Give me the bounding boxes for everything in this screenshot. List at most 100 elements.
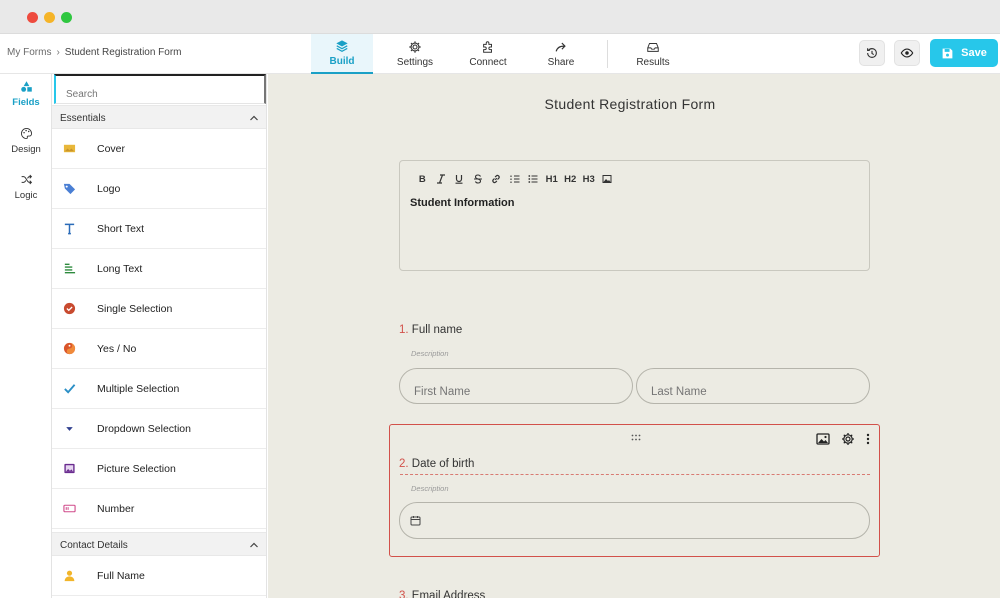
left-rail: Fields Design Logic <box>0 74 52 598</box>
ordered-list-button[interactable] <box>506 172 525 186</box>
field-yes-no-label: Yes / No <box>97 342 137 355</box>
section-essentials-title: Essentials <box>60 113 106 124</box>
question-actions <box>816 432 870 446</box>
form-canvas: Student Registration Form B H1 H2 H3 Stu… <box>268 74 1000 598</box>
tab-settings[interactable]: Settings <box>385 34 445 74</box>
rte-content[interactable]: Student Information <box>410 197 515 209</box>
question-2-card[interactable]: 2. Date of birth Description <box>389 424 880 557</box>
save-button-label: Save <box>961 47 987 59</box>
cover-icon <box>62 142 76 156</box>
drag-handle-icon[interactable] <box>631 434 641 441</box>
chevron-up-icon <box>250 542 258 548</box>
breadcrumb: My Forms › Student Registration Form <box>7 47 182 58</box>
heading1-button[interactable]: H1 <box>543 172 562 186</box>
insert-image-button[interactable] <box>598 172 617 186</box>
more-vertical-icon[interactable] <box>866 432 870 446</box>
rail-design[interactable]: Design <box>0 127 52 155</box>
date-of-birth-input[interactable] <box>399 502 870 539</box>
gear-icon <box>409 41 421 53</box>
last-name-input[interactable] <box>636 368 870 404</box>
rich-text-block[interactable]: B H1 H2 H3 Student Information <box>399 160 870 271</box>
field-full-name-label: Full Name <box>97 569 145 582</box>
toolbar-divider <box>607 40 608 68</box>
field-number[interactable]: Number <box>52 489 266 529</box>
save-icon <box>942 48 953 58</box>
number-icon <box>62 502 76 516</box>
bold-button[interactable]: B <box>413 172 432 186</box>
field-dropdown-selection[interactable]: Dropdown Selection <box>52 409 266 449</box>
underline-button[interactable] <box>450 172 469 186</box>
question-1-label[interactable]: 1. Full name <box>399 324 462 336</box>
chevron-up-icon <box>250 115 258 121</box>
field-short-text[interactable]: Short Text <box>52 209 266 249</box>
field-number-label: Number <box>97 502 135 515</box>
bullet-list-button[interactable] <box>524 172 543 186</box>
tab-results[interactable]: Results <box>622 34 684 74</box>
field-picture-selection[interactable]: Picture Selection <box>52 449 266 489</box>
italic-button[interactable] <box>432 172 451 186</box>
section-contact-details-title: Contact Details <box>60 540 128 551</box>
image-icon <box>602 175 612 183</box>
first-name-input[interactable] <box>399 368 633 404</box>
history-button[interactable] <box>859 40 885 66</box>
share-icon <box>555 42 566 52</box>
breadcrumb-separator: › <box>56 47 60 58</box>
tab-share-label: Share <box>547 57 575 68</box>
rail-design-label: Design <box>11 144 41 155</box>
calendar-icon <box>410 516 421 526</box>
field-long-text[interactable]: Long Text <box>52 249 266 289</box>
question-3-label[interactable]: 3. Email Address <box>399 590 485 598</box>
heading3-button[interactable]: H3 <box>580 172 599 186</box>
field-multiple-selection-label: Multiple Selection <box>97 382 180 395</box>
close-window-button[interactable] <box>27 12 38 23</box>
window-titlebar <box>0 0 1000 34</box>
tab-results-label: Results <box>636 57 670 68</box>
search-input[interactable] <box>54 74 266 104</box>
field-cover[interactable]: Cover <box>52 129 266 169</box>
field-cover-label: Cover <box>97 142 126 155</box>
link-button[interactable] <box>487 172 506 186</box>
person-icon <box>62 569 76 583</box>
question-2-number: 2. <box>399 458 409 470</box>
field-full-name[interactable]: Full Name <box>52 556 266 596</box>
tab-share[interactable]: Share <box>531 34 591 74</box>
question-2-text: Date of birth <box>411 458 475 470</box>
text-icon <box>62 222 76 236</box>
tab-build[interactable]: Build <box>311 34 373 74</box>
tab-settings-label: Settings <box>396 57 434 68</box>
question-1-number: 1. <box>399 324 409 336</box>
section-contact-details-header[interactable]: Contact Details <box>52 532 266 556</box>
tab-build-label: Build <box>329 56 355 67</box>
rail-logic-label: Logic <box>14 190 38 201</box>
preview-button[interactable] <box>894 40 920 66</box>
layers-icon <box>336 40 348 52</box>
breadcrumb-my-forms[interactable]: My Forms <box>7 47 51 58</box>
save-button[interactable]: Save <box>930 39 998 67</box>
image-icon[interactable] <box>816 432 830 446</box>
maximize-window-button[interactable] <box>61 12 72 23</box>
form-title[interactable]: Student Registration Form <box>268 96 992 112</box>
tab-connect[interactable]: Connect <box>458 34 518 74</box>
ordered-list-icon <box>510 175 520 183</box>
checkmark-icon <box>62 382 76 396</box>
section-essentials-header[interactable]: Essentials <box>52 105 266 129</box>
question-2-description[interactable]: Description <box>411 484 449 493</box>
picture-icon <box>62 462 76 476</box>
field-logo[interactable]: Logo <box>52 169 266 209</box>
field-single-selection[interactable]: Single Selection <box>52 289 266 329</box>
app-window: My Forms › Student Registration Form Build… <box>0 0 1000 598</box>
rail-fields[interactable]: Fields <box>0 80 52 108</box>
top-toolbar: My Forms › Student Registration Form Build… <box>0 34 1000 74</box>
rail-logic[interactable]: Logic <box>0 173 52 201</box>
inbox-icon <box>647 43 659 52</box>
minimize-window-button[interactable] <box>44 12 55 23</box>
heading2-button[interactable]: H2 <box>561 172 580 186</box>
question-2-label[interactable]: 2. Date of birth <box>399 458 474 470</box>
gear-icon[interactable] <box>841 432 855 446</box>
strikethrough-button[interactable] <box>469 172 488 186</box>
question-1-description[interactable]: Description <box>411 349 449 358</box>
field-multiple-selection[interactable]: Multiple Selection <box>52 369 266 409</box>
shuffle-icon <box>21 174 32 185</box>
breadcrumb-current: Student Registration Form <box>64 47 182 58</box>
field-yes-no[interactable]: Yes / No <box>52 329 266 369</box>
